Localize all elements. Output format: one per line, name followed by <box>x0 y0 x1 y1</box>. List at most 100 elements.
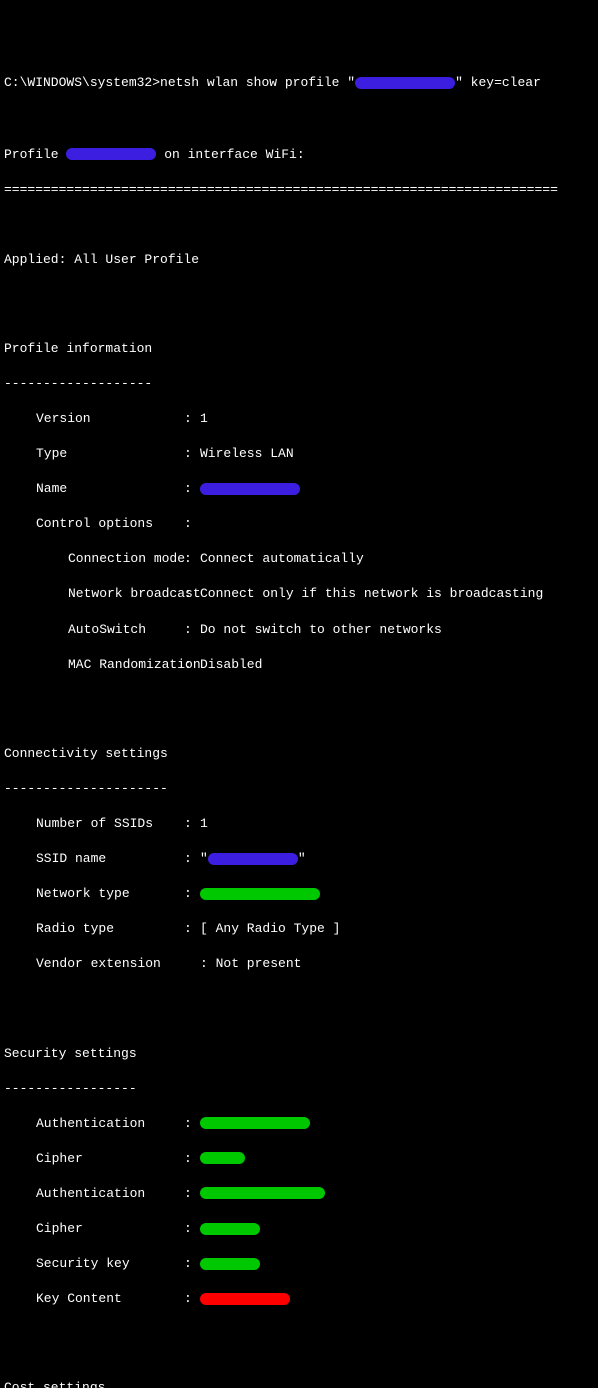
colon: : <box>184 920 200 938</box>
row-ssid-name: SSID name: "" <box>4 850 594 868</box>
section-security-title: Security settings <box>4 1045 594 1063</box>
colon: : <box>184 850 200 868</box>
colon <box>184 955 200 973</box>
value-seckey <box>200 1255 594 1273</box>
label-vendor-ext: Vendor extension <box>4 955 184 973</box>
row-name: Name: <box>4 480 594 498</box>
label-auth2: Authentication <box>4 1185 184 1203</box>
redacted-name <box>200 483 300 495</box>
blank-line <box>4 691 594 708</box>
row-autoswitch: AutoSwitch: Do not switch to other netwo… <box>4 621 594 639</box>
colon: : <box>184 1255 200 1273</box>
label-control: Control options <box>4 515 184 533</box>
redacted-keycontent <box>200 1293 290 1305</box>
value-radio-type: [ Any Radio Type ] <box>200 920 594 938</box>
section-profile-info-dashes: ------------------- <box>4 375 594 393</box>
value-autoswitch: Do not switch to other networks <box>200 621 594 639</box>
row-network-type: Network type: <box>4 885 594 903</box>
value-keycontent <box>200 1290 594 1308</box>
label-cipher2: Cipher <box>4 1220 184 1238</box>
redacted-profile-name <box>66 148 156 160</box>
prompt-path: C:\WINDOWS\system32> <box>4 75 160 90</box>
row-type: Type: Wireless LAN <box>4 445 594 463</box>
blank-line <box>4 990 594 1007</box>
value-mac-rand: Disabled <box>200 656 594 674</box>
label-num-ssids: Number of SSIDs <box>4 815 184 833</box>
colon: : <box>184 480 200 498</box>
redacted-auth1 <box>200 1117 310 1129</box>
label-ssid-name: SSID name <box>4 850 184 868</box>
blank-line <box>4 1325 594 1342</box>
colon: : <box>184 1115 200 1133</box>
ssid-quote-pre: " <box>200 851 208 866</box>
command-text-pre: netsh wlan show profile " <box>160 75 355 90</box>
row-num-ssids: Number of SSIDs: 1 <box>4 815 594 833</box>
value-num-ssids: 1 <box>200 815 594 833</box>
colon: : <box>184 410 200 428</box>
profile-label-pre: Profile <box>4 147 66 162</box>
redacted-auth2 <box>200 1187 325 1199</box>
colon: : <box>184 1220 200 1238</box>
colon: : <box>184 1185 200 1203</box>
value-vendor-ext: : Not present <box>200 955 594 973</box>
row-vendor-ext: Vendor extension : Not present <box>4 955 594 973</box>
label-mac-rand: MAC Randomization <box>4 656 184 674</box>
label-net-type: Network type <box>4 885 184 903</box>
label-radio-type: Radio type <box>4 920 184 938</box>
profile-label-post: on interface WiFi: <box>156 147 304 162</box>
value-auth2 <box>200 1185 594 1203</box>
colon: : <box>184 445 200 463</box>
blank-line <box>4 216 594 233</box>
label-broadcast: Network broadcast <box>4 585 184 603</box>
redacted-profile-name-arg <box>355 77 455 89</box>
colon: : <box>184 1150 200 1168</box>
row-security-key: Security key: <box>4 1255 594 1273</box>
colon: : <box>184 1290 200 1308</box>
blank-line <box>4 111 594 128</box>
redacted-seckey <box>200 1258 260 1270</box>
value-broadcast: Connect only if this network is broadcas… <box>200 585 594 603</box>
colon: : <box>184 585 200 603</box>
value-conn-mode: Connect automatically <box>200 550 594 568</box>
profile-header-line: Profile on interface WiFi: <box>4 146 594 164</box>
colon: : <box>184 550 200 568</box>
value-auth1 <box>200 1115 594 1133</box>
row-control-options: Control options: <box>4 515 594 533</box>
row-key-content: Key Content: <box>4 1290 594 1308</box>
redacted-cipher2 <box>200 1223 260 1235</box>
label-autoswitch: AutoSwitch <box>4 621 184 639</box>
command-prompt-line: C:\WINDOWS\system32>netsh wlan show prof… <box>4 74 594 92</box>
row-cipher1: Cipher: <box>4 1150 594 1168</box>
redacted-net-type <box>200 888 320 900</box>
value-ssid-name: "" <box>200 850 594 868</box>
value-type: Wireless LAN <box>200 445 594 463</box>
section-profile-info-title: Profile information <box>4 340 594 358</box>
label-keycontent: Key Content <box>4 1290 184 1308</box>
row-version: Version: 1 <box>4 410 594 428</box>
section-security-dashes: ----------------- <box>4 1080 594 1098</box>
label-conn-mode: Connection mode <box>4 550 184 568</box>
colon: : <box>184 656 200 674</box>
blank-line <box>4 286 594 303</box>
value-control <box>200 515 594 533</box>
row-auth1: Authentication: <box>4 1115 594 1133</box>
colon: : <box>184 515 200 533</box>
section-connectivity-title: Connectivity settings <box>4 745 594 763</box>
label-version: Version <box>4 410 184 428</box>
row-radio-type: Radio type: [ Any Radio Type ] <box>4 920 594 938</box>
label-auth1: Authentication <box>4 1115 184 1133</box>
row-connection-mode: Connection mode: Connect automatically <box>4 550 594 568</box>
row-auth2: Authentication: <box>4 1185 594 1203</box>
section-connectivity-dashes: --------------------- <box>4 780 594 798</box>
value-name <box>200 480 594 498</box>
colon: : <box>184 621 200 639</box>
colon: : <box>184 885 200 903</box>
row-cipher2: Cipher: <box>4 1220 594 1238</box>
row-mac-randomization: MAC Randomization: Disabled <box>4 656 594 674</box>
colon: : <box>184 815 200 833</box>
label-type: Type <box>4 445 184 463</box>
label-name: Name <box>4 480 184 498</box>
redacted-cipher1 <box>200 1152 245 1164</box>
value-version: 1 <box>200 410 594 428</box>
value-net-type <box>200 885 594 903</box>
